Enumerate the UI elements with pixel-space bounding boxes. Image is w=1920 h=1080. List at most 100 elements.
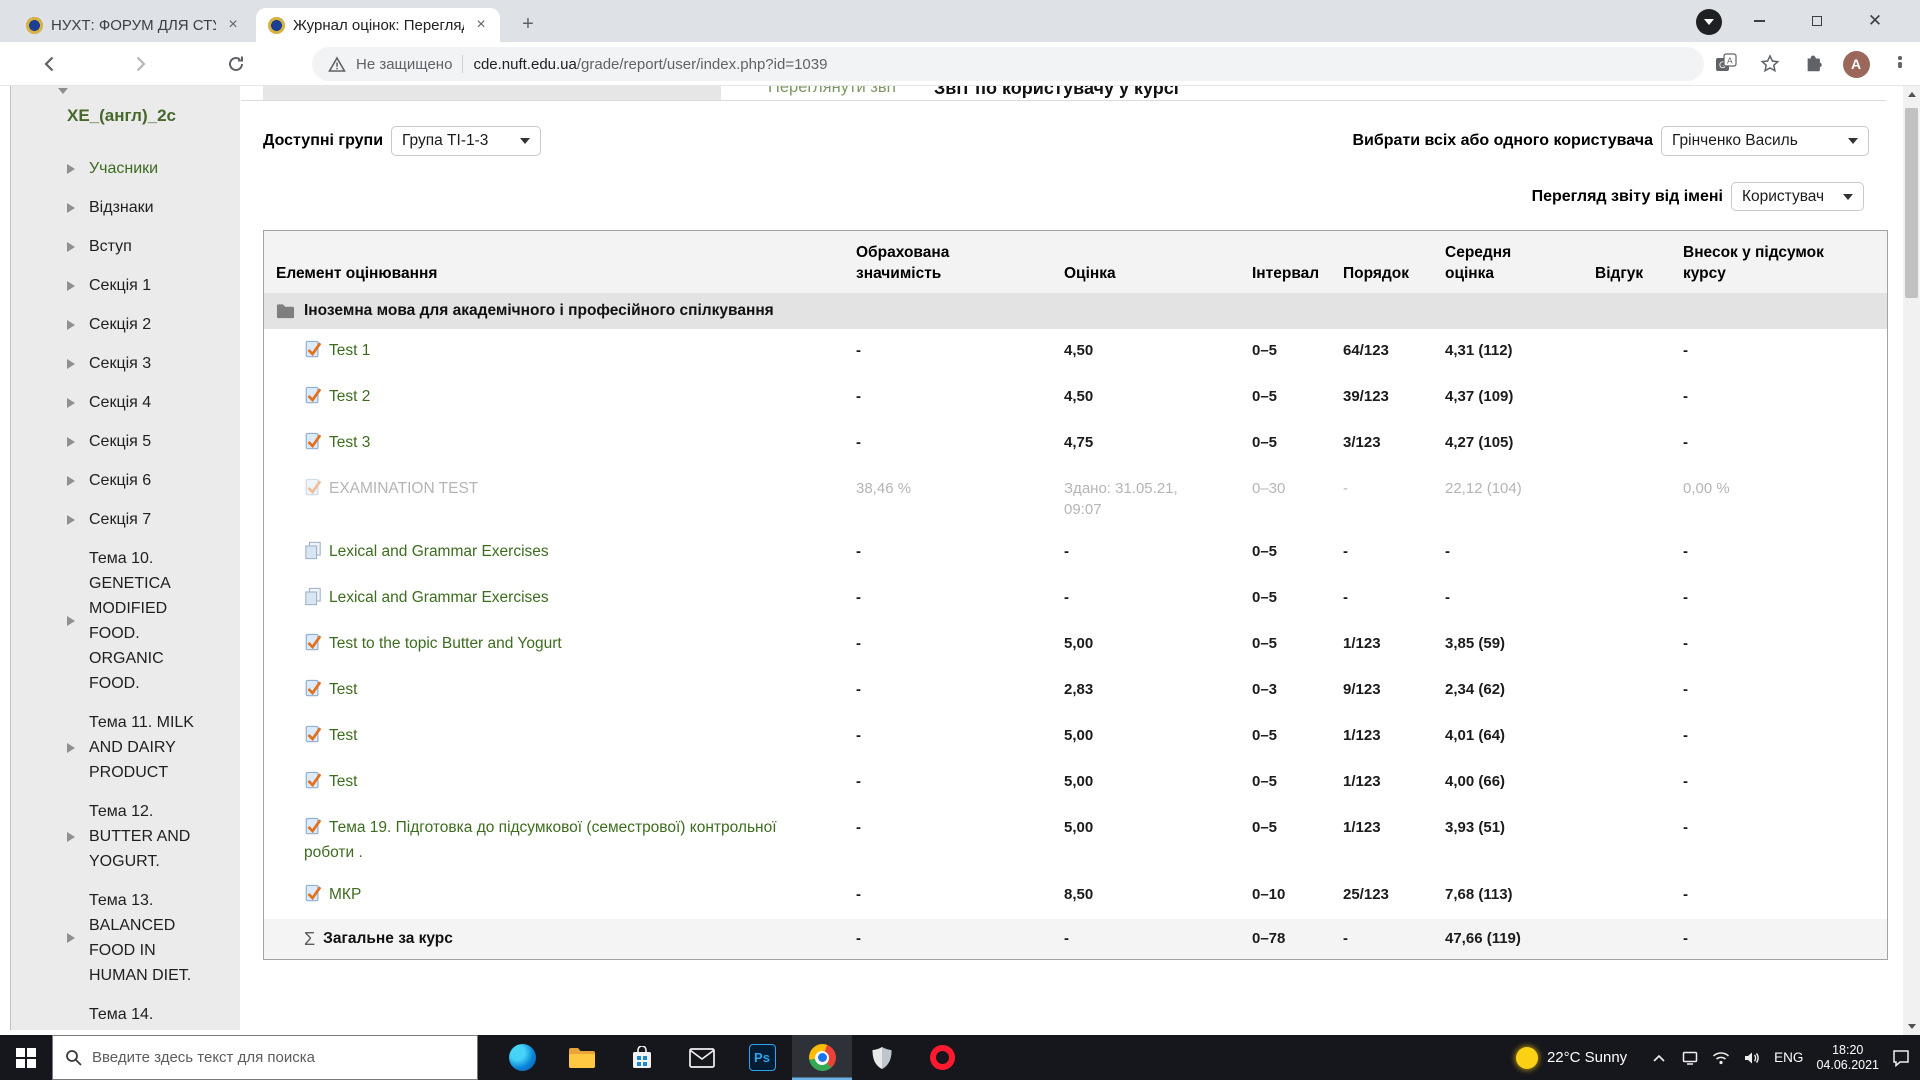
back-button[interactable] <box>36 50 64 78</box>
expander-icon[interactable] <box>67 163 75 174</box>
app-security[interactable] <box>852 1035 912 1080</box>
expander-icon[interactable] <box>67 436 75 447</box>
sidebar-item[interactable]: Секція 4 <box>11 386 240 425</box>
grade-item-link[interactable]: Test to the topic Butter and Yogurt <box>329 635 562 652</box>
grade-row: Test 3 - 4,75 0–5 3/123 4,27 (105) - <box>264 421 1887 467</box>
bookmark-star-icon[interactable] <box>1756 50 1784 78</box>
grade-item-link[interactable]: Test 3 <box>329 434 370 451</box>
expander-icon[interactable] <box>67 831 75 842</box>
language-indicator[interactable]: ENG <box>1774 1050 1803 1065</box>
grade-item-link[interactable]: EXAMINATION TEST <box>329 480 478 497</box>
sidebar-item-label: Тема 14. UKRAINIAN FOOD <box>89 1006 154 1023</box>
grade-item-link[interactable]: Test <box>329 681 357 698</box>
group-select[interactable]: Група ТІ-1-3 <box>391 126 541 156</box>
header-range: Інтервал <box>1252 265 1320 282</box>
expander-icon[interactable] <box>67 280 75 291</box>
weather-widget[interactable]: 22°C Sunny <box>1515 1046 1627 1069</box>
browser-menu-icon[interactable] <box>1886 50 1914 78</box>
taskbar-search[interactable] <box>52 1035 478 1080</box>
sidebar-item[interactable]: Тема 12. BUTTER AND YOGURT. <box>11 795 240 884</box>
tab-view-report[interactable]: Переглянути звіт <box>768 86 898 97</box>
grade-cell: 4,00 (66) <box>1445 773 1506 790</box>
sidebar-item[interactable]: Секція 2 <box>11 308 240 347</box>
page-scrollbar[interactable] <box>1903 86 1920 1035</box>
extensions-puzzle-icon[interactable] <box>1800 50 1828 78</box>
sidebar-item[interactable]: Вступ <box>11 230 240 269</box>
tab-close-icon[interactable]: × <box>224 16 242 34</box>
expander-icon[interactable] <box>67 319 75 330</box>
view-as-select[interactable]: Користувач <box>1731 182 1864 211</box>
volume-icon[interactable] <box>1743 1051 1761 1065</box>
grade-item-link[interactable]: Test 2 <box>329 388 370 405</box>
sidebar-item[interactable]: Секція 7 <box>11 503 240 542</box>
window-restore-button[interactable] <box>1794 0 1840 42</box>
reload-button[interactable] <box>222 50 250 78</box>
expander-icon[interactable] <box>67 358 75 369</box>
grade-item-link[interactable]: Lexical and Grammar Exercises <box>329 589 549 606</box>
scroll-down-icon[interactable] <box>1903 1018 1920 1035</box>
wifi-icon[interactable] <box>1712 1051 1730 1065</box>
grade-cell: - <box>1683 543 1688 560</box>
grade-item-link[interactable]: Test <box>329 727 357 744</box>
expander-icon[interactable] <box>67 514 75 525</box>
grade-cell <box>1595 478 1683 520</box>
sidebar-item[interactable]: Учасники <box>11 152 240 191</box>
app-photoshop[interactable]: Ps <box>732 1035 792 1080</box>
expander-icon[interactable] <box>67 742 75 753</box>
search-input[interactable] <box>92 1049 465 1066</box>
sidebar-item[interactable]: Тема 14. UKRAINIAN FOOD <box>11 998 240 1030</box>
scrollbar-thumb[interactable] <box>1905 108 1918 298</box>
translate-icon[interactable]: GA <box>1712 50 1740 78</box>
sidebar-item[interactable]: Секція 1 <box>11 269 240 308</box>
app-opera[interactable] <box>912 1035 972 1080</box>
sidebar-course-link[interactable]: ХЕ_(англ)_2с <box>67 106 230 126</box>
scroll-up-icon[interactable] <box>1903 86 1920 103</box>
grade-cell: 7,68 (113) <box>1445 886 1513 903</box>
action-center-icon[interactable] <box>1892 1049 1910 1067</box>
user-select[interactable]: Грінченко Василь <box>1661 126 1869 156</box>
sidebar-item[interactable]: Секція 6 <box>11 464 240 503</box>
window-minimize-button[interactable] <box>1736 0 1782 42</box>
expander-icon[interactable] <box>67 202 75 213</box>
tab-close-icon[interactable]: × <box>472 16 490 34</box>
expander-icon[interactable] <box>67 616 75 626</box>
expander-icon[interactable] <box>67 397 75 408</box>
expander-icon[interactable] <box>67 933 75 943</box>
new-tab-button[interactable]: + <box>514 11 542 39</box>
sidebar-item[interactable]: Секція 3 <box>11 347 240 386</box>
app-file-explorer[interactable] <box>552 1035 612 1080</box>
media-control-icon[interactable] <box>1696 9 1722 35</box>
sidebar-item[interactable]: Тема 10. GENETICA MODIFIED FOOD. ORGANIC… <box>11 542 240 706</box>
browser-tab-forum[interactable]: НУХТ: ФОРУМ ДЛЯ СТУДЕНТІВ: × <box>14 8 252 42</box>
address-bar[interactable]: Не защищено cde.nuft.edu.ua/grade/report… <box>312 47 1704 81</box>
profile-avatar[interactable]: A <box>1842 50 1870 78</box>
sidebar-item[interactable]: Секція 5 <box>11 425 240 464</box>
start-button[interactable] <box>0 1035 52 1080</box>
clock[interactable]: 18:20 04.06.2021 <box>1816 1043 1879 1073</box>
grade-row: Lexical and Grammar Exercises - - 0–5 - - - <box>264 530 1887 576</box>
grade-item-link[interactable]: МКР <box>329 886 361 903</box>
grade-item-link[interactable]: Test <box>329 773 357 790</box>
sidebar-item[interactable]: Відзнаки <box>11 191 240 230</box>
expander-icon[interactable] <box>67 475 75 486</box>
grade-cell <box>1595 928 1683 950</box>
grade-item-link[interactable]: Test 1 <box>329 342 370 359</box>
tray-expand-chevron-icon[interactable] <box>1650 1053 1668 1063</box>
search-icon <box>66 1050 82 1066</box>
app-microsoft-store[interactable] <box>612 1035 672 1080</box>
app-edge[interactable] <box>492 1035 552 1080</box>
forward-button[interactable] <box>126 50 154 78</box>
grade-row: Тема 19. Підготовка до підсумкової (семе… <box>264 806 1887 873</box>
browser-tab-grades[interactable]: Журнал оцінок: Перегляд × <box>256 8 500 42</box>
app-chrome[interactable] <box>792 1035 852 1080</box>
grade-item-link[interactable]: Lexical and Grammar Exercises <box>329 543 549 560</box>
grade-item-link[interactable]: Тема 19. Підготовка до підсумкової (семе… <box>304 819 777 861</box>
sidebar-item-label: Секція 1 <box>89 277 152 294</box>
tab-user-report[interactable]: Звіт по користувачу у курсі <box>934 86 1179 99</box>
tray-device-icon[interactable] <box>1681 1051 1699 1065</box>
sidebar-item[interactable]: Тема 13. BALANCED FOOD IN HUMAN DIET. <box>11 884 240 998</box>
window-close-button[interactable]: ✕ <box>1852 0 1898 42</box>
expander-icon[interactable] <box>67 241 75 252</box>
sidebar-item[interactable]: Тема 11. MILK AND DAIRY PRODUCT <box>11 706 240 795</box>
app-mail[interactable] <box>672 1035 732 1080</box>
